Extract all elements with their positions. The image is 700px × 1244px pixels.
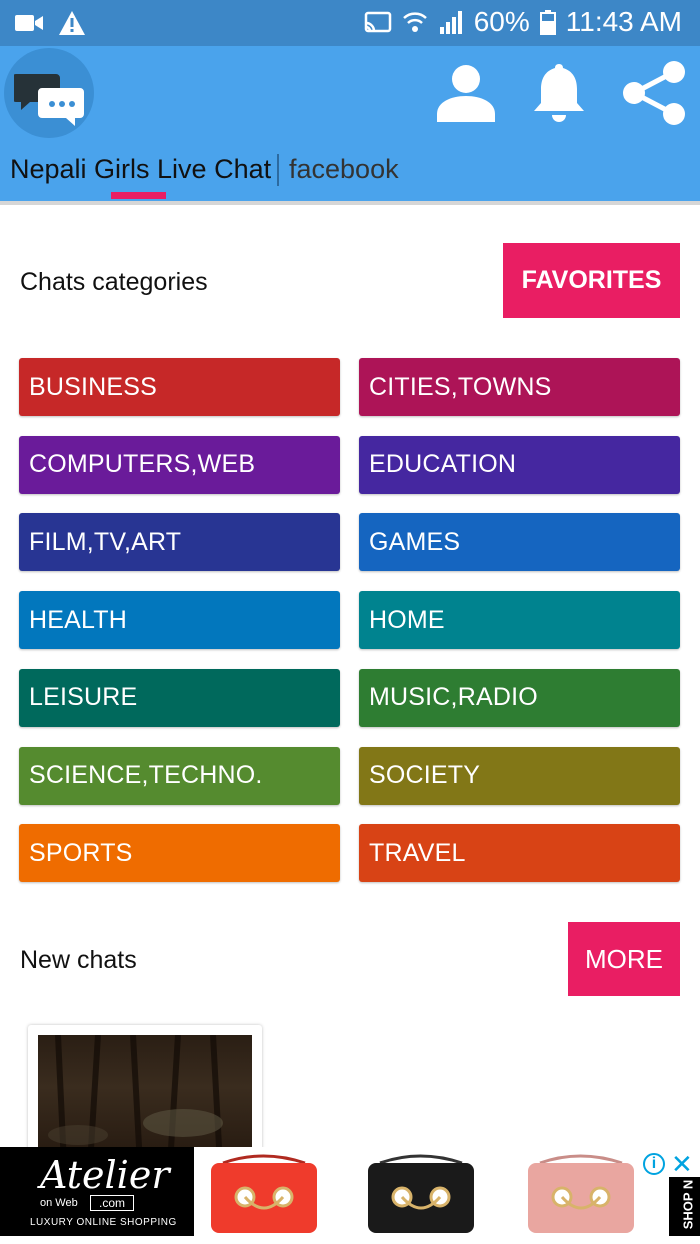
category-button-travel[interactable]: TRAVEL	[359, 824, 680, 883]
category-button-cities-towns[interactable]: CITIES,TOWNS	[359, 358, 680, 416]
chat-bubbles-icon	[14, 74, 84, 126]
category-button-computers-web[interactable]: COMPUTERS,WEB	[19, 435, 340, 494]
divider	[0, 201, 700, 205]
notification-bell-icon[interactable]	[531, 60, 587, 127]
app-bar: Nepali Girls Live Chat facebook	[0, 46, 700, 201]
video-camera-icon	[14, 12, 44, 34]
ad-tagline: LUXURY ONLINE SHOPPING	[30, 1217, 177, 1228]
profile-icon[interactable]	[435, 60, 497, 127]
pink-handbag-image[interactable]	[522, 1153, 640, 1237]
category-button-sports[interactable]: SPORTS	[19, 824, 340, 883]
signal-icon	[438, 9, 464, 35]
wifi-icon	[402, 9, 428, 35]
category-button-games[interactable]: GAMES	[359, 513, 680, 572]
favorites-button[interactable]: FAVORITES	[503, 243, 680, 318]
more-button[interactable]: MORE	[568, 922, 680, 996]
categories-title: Chats categories	[20, 268, 208, 296]
tab-bar: Nepali Girls Live Chat facebook	[0, 146, 700, 201]
ad-brand-domain: .com	[90, 1195, 135, 1211]
tab-facebook[interactable]: facebook	[289, 154, 399, 185]
category-button-health[interactable]: HEALTH	[19, 591, 340, 650]
warning-icon	[58, 10, 86, 36]
tab-divider	[277, 154, 279, 186]
app-logo	[4, 48, 94, 138]
tab-live-chat[interactable]: Nepali Girls Live Chat	[10, 154, 271, 185]
category-button-education[interactable]: EDUCATION	[359, 435, 680, 494]
share-icon[interactable]	[620, 60, 688, 131]
black-handbag-image[interactable]	[362, 1153, 480, 1237]
ad-brand-name: Atelier	[40, 1153, 170, 1197]
ad-shop-label: SHOP N	[680, 1179, 696, 1230]
chat-thumbnail[interactable]	[38, 1035, 252, 1165]
category-button-film-tv-art[interactable]: FILM,TV,ART	[19, 513, 340, 572]
chat-card[interactable]	[28, 1025, 262, 1165]
status-bar: 60% 11:43 AM	[0, 0, 700, 46]
category-button-music-radio[interactable]: MUSIC,RADIO	[359, 668, 680, 727]
active-tab-indicator	[111, 192, 166, 199]
ad-info-icon[interactable]: i	[643, 1153, 665, 1175]
category-button-business[interactable]: BUSINESS	[19, 358, 340, 416]
ad-shop-button[interactable]: SHOP N	[669, 1177, 700, 1236]
category-button-science-techno[interactable]: SCIENCE,TECHNO.	[19, 746, 340, 805]
category-button-society[interactable]: SOCIETY	[359, 746, 680, 805]
red-handbag-image[interactable]	[205, 1153, 323, 1237]
ad-brand-sub: on Web	[40, 1197, 78, 1209]
clock: 11:43 AM	[565, 6, 682, 37]
category-button-leisure[interactable]: LEISURE	[19, 668, 340, 727]
category-button-home[interactable]: HOME	[359, 591, 680, 650]
ad-banner[interactable]: Atelier on Web .com LUXURY ONLINE SHOPPI…	[0, 1147, 700, 1244]
battery-icon	[539, 9, 556, 35]
battery-percent: 60%	[473, 6, 530, 37]
cast-icon	[364, 11, 392, 33]
ad-close-icon[interactable]: ✕	[671, 1149, 693, 1180]
ad-brand-logo[interactable]: Atelier on Web .com LUXURY ONLINE SHOPPI…	[0, 1147, 194, 1236]
new-chats-title: New chats	[20, 946, 137, 974]
